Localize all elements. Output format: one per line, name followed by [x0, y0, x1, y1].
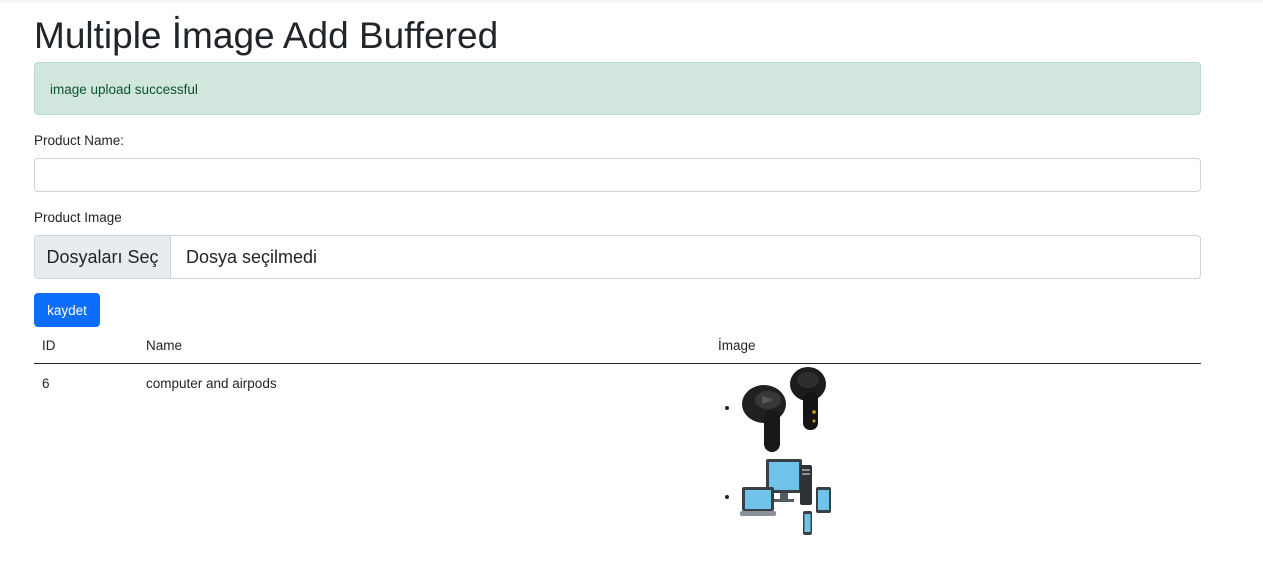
product-image-file-input[interactable]: Dosyaları Seç Dosya seçilmedi [34, 235, 1201, 279]
column-header-name: Name [138, 332, 710, 364]
table-row: 6 computer and airpods [34, 363, 1201, 542]
cell-images [710, 363, 1201, 542]
save-button[interactable]: kaydet [34, 293, 100, 327]
image-list-item [740, 458, 1193, 537]
top-shadow [0, 0, 1263, 5]
column-header-id: ID [34, 332, 138, 364]
product-name-label: Product Name: [34, 133, 125, 148]
choose-files-button[interactable]: Dosyaları Seç [35, 236, 171, 278]
success-alert: image upload successful [34, 62, 1201, 115]
file-status-text: Dosya seçilmedi [186, 246, 318, 267]
table-header-row: ID Name İmage [34, 332, 1201, 364]
computer-devices-icon [740, 458, 831, 535]
page-title: Multiple İmage Add Buffered [34, 15, 499, 56]
image-list [718, 364, 1193, 537]
column-header-image: İmage [710, 332, 1201, 364]
product-image-label: Product Image [34, 210, 122, 225]
products-table: ID Name İmage 6 computer and airpods [34, 332, 1201, 542]
image-list-item [740, 364, 1193, 454]
airpods-icon [742, 366, 826, 452]
product-name-input[interactable] [34, 158, 1201, 192]
cell-id: 6 [42, 375, 50, 391]
cell-name: computer and airpods [146, 375, 277, 391]
